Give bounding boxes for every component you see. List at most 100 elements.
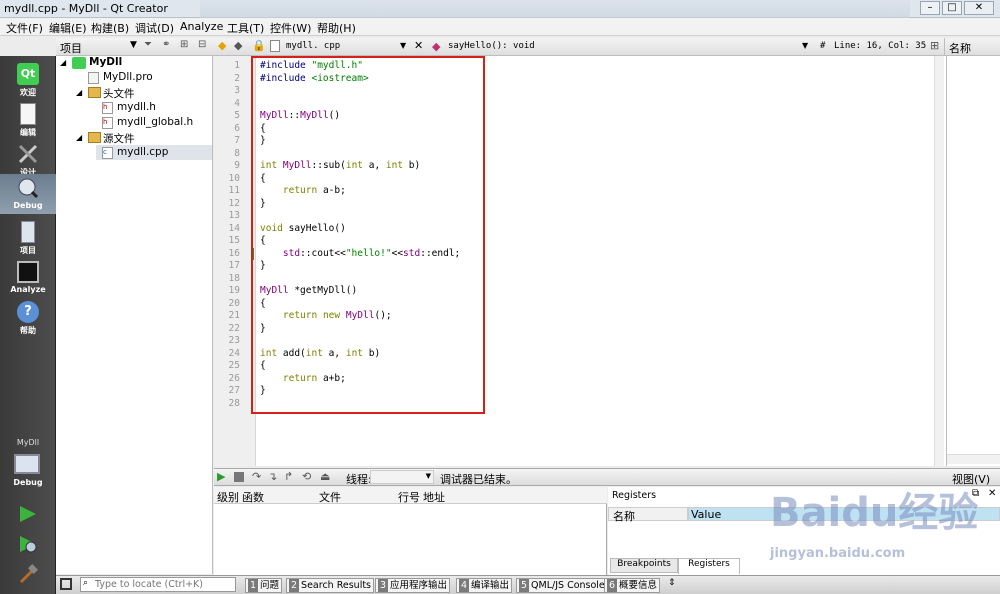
link-icon[interactable]: ⚭ — [162, 39, 170, 50]
back-arrow-icon[interactable]: ◆ — [218, 39, 226, 52]
pane-general-messages-button[interactable]: 6 概要信息 — [604, 578, 661, 593]
run-button[interactable] — [18, 504, 38, 527]
thread-label: 线程: — [346, 473, 372, 486]
reverse-icon[interactable]: ⏏ — [320, 470, 330, 483]
tree-item-pro[interactable]: MyDll.pro — [103, 71, 153, 83]
help-icon: ? — [17, 301, 39, 323]
line-number: 13 — [228, 210, 240, 221]
tree-folder-sources[interactable]: 源文件 — [103, 131, 135, 146]
minimize-button[interactable]: – — [920, 1, 940, 15]
split-icon[interactable]: ⊞ — [180, 39, 188, 50]
mode-label: 帮助 — [20, 326, 36, 335]
mode-help[interactable]: ? 帮助 — [0, 298, 56, 338]
col-name-header[interactable]: 名称 — [608, 507, 688, 523]
chevron-down-icon[interactable]: ▼ — [400, 41, 406, 50]
step-into-icon[interactable]: ↴ — [268, 470, 277, 483]
chevron-down-icon[interactable]: ▼ — [802, 41, 808, 50]
close-document-icon[interactable]: ✕ — [414, 39, 423, 52]
locator-input[interactable] — [95, 578, 233, 591]
line-number: 6 — [234, 122, 240, 134]
menu-debug[interactable]: 调试(D) — [135, 20, 174, 36]
line-number: 23 — [228, 335, 240, 346]
kit-selector-monitor-icon[interactable] — [14, 454, 40, 474]
mode-projects[interactable]: 项目 — [0, 218, 56, 258]
tree-item-mydll-cpp[interactable]: mydll.cpp — [117, 146, 168, 158]
more-panes-icon[interactable]: ⇕ — [668, 578, 676, 588]
col-level[interactable]: 级别 — [217, 489, 239, 505]
mode-analyze[interactable]: Analyze — [0, 258, 56, 298]
col-file[interactable]: 文件 — [319, 489, 341, 505]
stop-icon[interactable] — [234, 472, 244, 482]
pro-file-icon — [88, 72, 99, 84]
close-button[interactable]: ✕ — [964, 1, 994, 15]
menu-analyze[interactable]: Analyze — [180, 20, 223, 33]
folder-icon — [88, 87, 101, 98]
expand-arrow-icon[interactable]: ◢ — [60, 58, 66, 67]
project-tree: ◢ MyDll MyDll.pro ◢ 头文件 h mydll.h h mydl… — [56, 56, 213, 574]
start-debugging-button[interactable] — [18, 534, 38, 557]
chevron-down-icon[interactable]: ▼ — [130, 40, 137, 50]
right-pane-header: 名称 — [944, 38, 1000, 56]
pane-app-output-button[interactable]: 3 应用程序输出 — [375, 578, 451, 593]
locator-field[interactable]: ⌕ — [80, 577, 236, 592]
hash-marker: # — [820, 41, 826, 51]
menu-edit[interactable]: 编辑(E) — [49, 20, 87, 36]
col-line[interactable]: 行号 — [398, 489, 420, 505]
toggle-sidebar-icon[interactable] — [60, 578, 72, 590]
background-browser-tabs — [200, 0, 910, 18]
mode-welcome[interactable]: Qt 欢迎 — [0, 60, 56, 100]
open-document-select[interactable]: mydll. cpp — [286, 41, 340, 51]
step-out-icon[interactable]: ↱ — [284, 470, 293, 483]
col-address[interactable]: 地址 — [423, 489, 445, 505]
tree-item-mydll-h[interactable]: mydll.h — [117, 101, 156, 113]
mode-debug[interactable]: Debug — [0, 174, 56, 214]
lock-icon: 🔒 — [252, 39, 266, 52]
menu-help[interactable]: 帮助(H) — [317, 20, 356, 36]
pane-compile-output-button[interactable]: 4 编译输出 — [456, 578, 513, 593]
tree-folder-headers[interactable]: 头文件 — [103, 86, 135, 101]
menu-widgets[interactable]: 控件(W) — [270, 20, 311, 36]
outline-scrollbar[interactable] — [947, 454, 1000, 464]
mode-label: 项目 — [20, 246, 36, 255]
continue-icon[interactable]: ▶ — [217, 470, 225, 483]
col-function[interactable]: 函数 — [242, 489, 264, 505]
restart-icon[interactable]: ⟲ — [302, 470, 311, 483]
line-number: 7 — [234, 135, 240, 146]
build-hammer-button[interactable] — [18, 564, 38, 587]
forward-arrow-icon[interactable]: ◆ — [234, 39, 242, 52]
expand-arrow-icon[interactable]: ◢ — [76, 133, 82, 142]
menu-file[interactable]: 文件(F) — [6, 20, 43, 36]
pane-issues-button[interactable]: 1 问题 — [245, 578, 283, 593]
editor-scrollbar[interactable] — [934, 56, 944, 466]
menu-tools[interactable]: 工具(T) — [227, 20, 264, 36]
expand-arrow-icon[interactable]: ◢ — [76, 88, 82, 97]
split-icon[interactable]: ⊞ — [930, 39, 939, 52]
kit-build-config: Debug — [13, 478, 43, 487]
maximize-button[interactable]: □ — [942, 1, 962, 15]
tree-root-mydll[interactable]: MyDll — [89, 56, 122, 68]
pane-qml-console-button[interactable]: 5 QML/JS Console — [516, 578, 608, 593]
mode-edit[interactable]: 编辑 — [0, 100, 56, 140]
line-number: 28 — [228, 397, 240, 409]
pane-search-results-button[interactable]: 2 Search Results — [286, 578, 375, 593]
search-icon: ⌕ — [83, 578, 89, 588]
step-over-icon[interactable]: ↷ — [252, 470, 261, 483]
project-view-select[interactable]: 项目 — [60, 40, 82, 56]
project-icon — [72, 57, 86, 69]
col-value-label: Value — [691, 508, 722, 521]
filter-icon[interactable]: ⏷ — [144, 39, 152, 50]
mode-selector: Qt 欢迎 编辑 设计 Debug 项目 Analyze ? 帮助 MyDll … — [0, 56, 56, 594]
cursor-position[interactable]: Line: 16, Col: 35 — [834, 41, 926, 51]
line-number: 11 — [228, 185, 240, 196]
tree-item-mydll-global-h[interactable]: mydll_global.h — [117, 116, 193, 128]
line-number: 16 — [228, 247, 240, 259]
line-number: 24 — [228, 347, 240, 359]
symbol-select[interactable]: sayHello(): void — [448, 41, 535, 51]
line-number: 21 — [228, 310, 240, 321]
thread-select[interactable]: ▼ — [370, 470, 434, 484]
line-number: 4 — [234, 97, 240, 109]
tab-breakpoints[interactable]: Breakpoints — [610, 558, 678, 573]
menu-build[interactable]: 构建(B) — [91, 20, 129, 36]
close-pane-icon[interactable]: ⊟ — [198, 39, 206, 50]
tab-registers[interactable]: Registers — [678, 558, 740, 574]
